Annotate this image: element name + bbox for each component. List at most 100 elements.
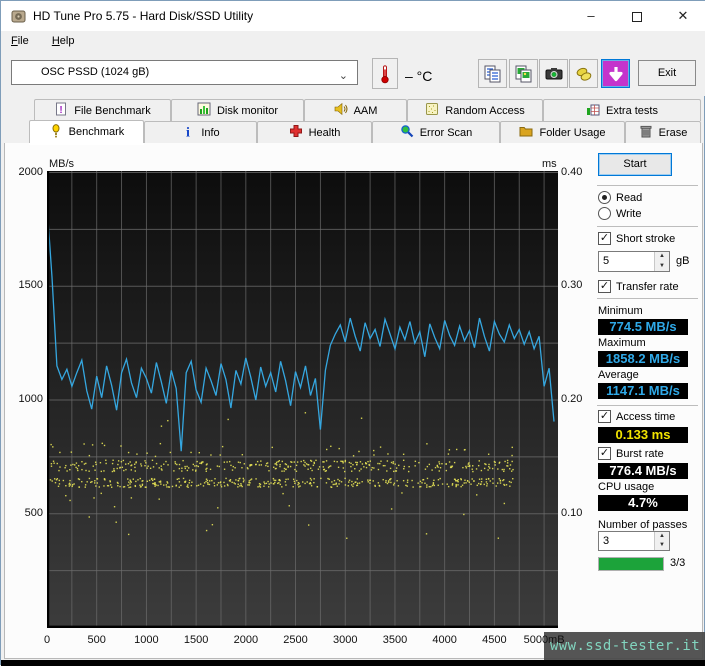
x-tick-label: 500: [88, 634, 106, 646]
exit-button[interactable]: Exit: [638, 60, 696, 86]
tab-health[interactable]: Health: [257, 121, 372, 143]
number-of-passes-stepper[interactable]: 3 ▲▼: [598, 531, 670, 551]
stepper-down-icon[interactable]: ▼: [655, 262, 669, 272]
y-tick-label-left: 500: [5, 507, 43, 519]
bottom-border-strip: [1, 660, 705, 666]
copy-image-button[interactable]: [509, 59, 538, 88]
y-tick-label-right: 0.40: [561, 166, 582, 178]
y-axis-right-unit: ms: [542, 158, 557, 170]
x-tick-label: 4500: [482, 634, 506, 646]
disk-monitor-icon: [197, 102, 211, 119]
tab-benchmark[interactable]: Benchmark: [29, 120, 144, 143]
y-tick-label-right: 0.30: [561, 279, 582, 291]
menu-file[interactable]: File: [1, 31, 39, 54]
tab-folder-usage[interactable]: Folder Usage: [500, 121, 625, 143]
tab-label: Extra tests: [606, 105, 658, 117]
erase-icon: [639, 124, 653, 141]
tab-disk-monitor[interactable]: Disk monitor: [171, 99, 304, 121]
start-button[interactable]: Start: [598, 153, 672, 176]
window-title: HD Tune Pro 5.75 - Hard Disk/SSD Utility: [33, 1, 253, 31]
tab-error-scan[interactable]: Error Scan: [372, 121, 500, 143]
x-tick-label: 1500: [184, 634, 208, 646]
y-tick-label-left: 1500: [5, 279, 43, 291]
file-benchmark-icon: !: [54, 102, 68, 119]
access-time-checkbox[interactable]: ✓ Access time: [598, 410, 675, 423]
short-stroke-label: Short stroke: [616, 233, 675, 245]
tab-label: Health: [309, 127, 341, 139]
number-of-passes-value: 3: [603, 535, 609, 547]
drive-select-dropdown[interactable]: OSC PSSD (1024 gB) ⌄: [11, 60, 358, 85]
burst-rate-label: Burst rate: [616, 448, 664, 460]
health-icon: [289, 124, 303, 141]
temperature-value: – °C: [405, 68, 432, 84]
short-stroke-checkbox-box: ✓: [598, 232, 611, 245]
minimize-button[interactable]: –: [568, 1, 614, 31]
number-of-passes-label: Number of passes: [598, 519, 687, 531]
transfer-rate-checkbox-box: ✓: [598, 280, 611, 293]
y-tick-label-left: 1000: [5, 393, 43, 405]
maximum-value: 1858.2 MB/s: [598, 351, 688, 367]
x-tick-label: 1000: [134, 634, 158, 646]
pass-progress-bar: [598, 557, 664, 571]
watermark-text: www.ssd-tester.it: [550, 638, 700, 654]
tab-row-secondary: ! File Benchmark Disk monitor AAM Random Acc…: [34, 99, 701, 121]
tab-info[interactable]: iInfo: [144, 121, 257, 143]
tab-label: Benchmark: [69, 126, 125, 138]
tab-extra-tests[interactable]: Extra tests: [543, 99, 701, 121]
tab-aam[interactable]: AAM: [304, 99, 407, 121]
average-label: Average: [598, 369, 639, 381]
copy-image-icon: [514, 64, 534, 84]
stepper-up-icon[interactable]: ▲: [655, 532, 669, 541]
tab-random-access[interactable]: Random Access: [407, 99, 543, 121]
folder-usage-icon: [519, 124, 533, 141]
pass-progress-label: 3/3: [670, 557, 685, 569]
read-radio-circle: [598, 191, 611, 204]
read-radio[interactable]: Read: [598, 191, 642, 204]
copy-text-icon: [483, 64, 503, 84]
burst-rate-checkbox[interactable]: ✓ Burst rate: [598, 447, 664, 460]
stepper-down-icon[interactable]: ▼: [655, 541, 669, 550]
save-image-icon: [606, 64, 626, 84]
tab-label: Erase: [659, 127, 688, 139]
x-tick-label: 3000: [333, 634, 357, 646]
maximum-label: Maximum: [598, 337, 646, 349]
benchmark-icon: [49, 124, 63, 141]
screenshot-button[interactable]: [539, 59, 568, 88]
tab-file-benchmark[interactable]: ! File Benchmark: [34, 99, 171, 121]
menu-help[interactable]: Help: [42, 31, 85, 54]
average-value: 1147.1 MB/s: [598, 383, 688, 399]
close-button[interactable]: ✕: [660, 1, 705, 31]
menu-file-rest: ile: [18, 35, 29, 47]
x-tick-label: 4000: [432, 634, 456, 646]
access-time-value: 0.133 ms: [598, 427, 688, 443]
maximize-button[interactable]: [614, 1, 660, 31]
coins-icon: [574, 64, 594, 84]
short-stroke-checkbox[interactable]: ✓ Short stroke: [598, 232, 675, 245]
tab-label: AAM: [354, 105, 378, 117]
y-tick-label-right: 0.10: [561, 507, 582, 519]
save-screenshot-button[interactable]: [601, 59, 630, 88]
extra-tests-icon: [586, 102, 600, 119]
watermark-banner: www.ssd-tester.it: [544, 632, 705, 660]
transfer-rate-checkbox[interactable]: ✓ Transfer rate: [598, 280, 679, 293]
copy-text-button[interactable]: [478, 59, 507, 88]
donate-button[interactable]: [569, 59, 598, 88]
title-bar: HD Tune Pro 5.75 - Hard Disk/SSD Utility…: [1, 1, 705, 31]
read-radio-label: Read: [616, 192, 642, 204]
write-radio[interactable]: Write: [598, 207, 641, 220]
cpu-usage-label: CPU usage: [598, 481, 654, 493]
tab-label: File Benchmark: [74, 105, 150, 117]
burst-rate-value: 776.4 MB/s: [598, 463, 688, 479]
app-icon: [11, 9, 26, 24]
temperature-button[interactable]: [372, 58, 398, 89]
cpu-usage-value: 4.7%: [598, 495, 688, 511]
tab-erase[interactable]: Erase: [625, 121, 701, 143]
stepper-up-icon[interactable]: ▲: [655, 252, 669, 262]
error-scan-icon: [400, 124, 414, 141]
x-tick-label: 2500: [283, 634, 307, 646]
write-radio-label: Write: [616, 208, 641, 220]
short-stroke-size-stepper[interactable]: 5 ▲▼: [598, 251, 670, 272]
svg-text:i: i: [186, 126, 190, 139]
burst-rate-checkbox-box: ✓: [598, 447, 611, 460]
info-icon: i: [181, 124, 195, 141]
